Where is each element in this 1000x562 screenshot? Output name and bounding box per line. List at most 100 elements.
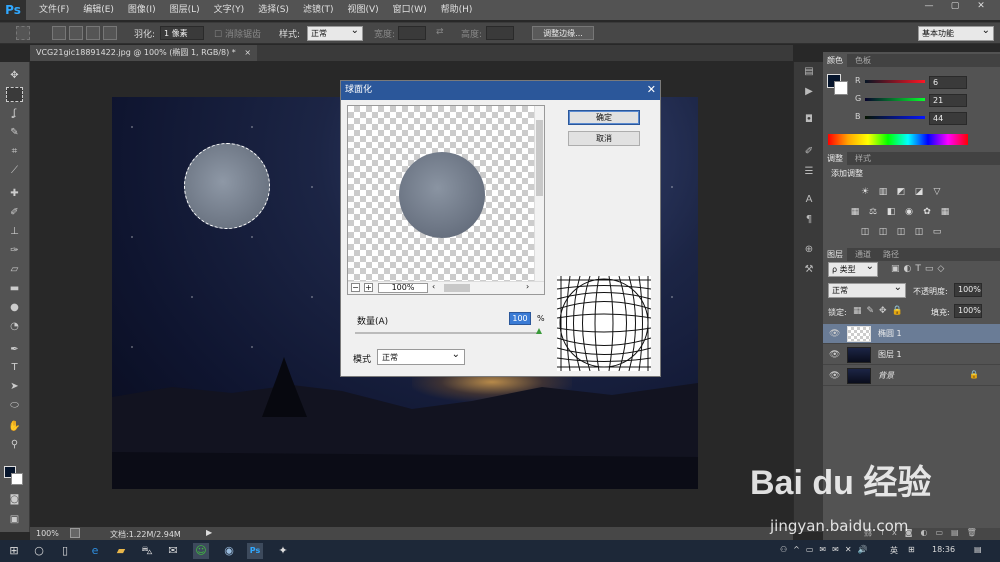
visibility-eye-icon[interactable]: 👁: [829, 371, 840, 381]
maximize-button[interactable]: ▢: [944, 0, 966, 13]
actions-icon[interactable]: ▶: [801, 86, 817, 100]
color-lookup-icon[interactable]: ▦: [939, 206, 951, 218]
amount-input[interactable]: 100: [509, 312, 531, 325]
layer-row-layer1[interactable]: 👁 图层 1: [823, 345, 1000, 365]
photoshop-taskbar-icon[interactable]: Ps: [247, 543, 263, 559]
clone-source-icon[interactable]: ⊕: [801, 244, 817, 258]
layer-row-ellipse[interactable]: 👁 椭圆 1: [823, 324, 1000, 344]
add-selection-icon[interactable]: [69, 26, 83, 40]
menu-window[interactable]: 窗口(W): [386, 0, 434, 20]
black-white-icon[interactable]: ◧: [885, 206, 897, 218]
game-icon[interactable]: ✦: [275, 543, 291, 559]
eraser-tool-icon[interactable]: ▱: [6, 262, 23, 277]
invert-icon[interactable]: ◫: [859, 226, 871, 238]
blur-tool-icon[interactable]: ●: [6, 300, 23, 315]
levels-icon[interactable]: ▥: [877, 186, 889, 198]
lock-icons[interactable]: ▦✎✥🔒: [853, 306, 908, 316]
wechat-icon[interactable]: ☺: [193, 543, 209, 559]
screen-mode-icon[interactable]: ▣: [6, 512, 23, 527]
document-tab[interactable]: VCG21gic18891422.jpg @ 100% (椭圆 1, RGB/8…: [30, 45, 258, 61]
menu-image[interactable]: 图像(I): [121, 0, 163, 20]
style-select[interactable]: 正常: [307, 25, 363, 41]
channel-mixer-icon[interactable]: ✿: [921, 206, 933, 218]
task-view-icon[interactable]: ▯: [57, 543, 73, 559]
type-tool-icon[interactable]: T: [6, 360, 23, 375]
color-balance-icon[interactable]: ⚖: [867, 206, 879, 218]
layer-filter-select[interactable]: ρ 类型: [828, 261, 878, 277]
zoom-in-button[interactable]: +: [364, 283, 373, 292]
hand-tool-icon[interactable]: ✋: [6, 419, 23, 434]
menu-layer[interactable]: 图层(L): [163, 0, 207, 20]
paragraph-icon[interactable]: ¶: [801, 214, 817, 228]
brush-presets-icon[interactable]: ☰: [801, 166, 817, 180]
brush-panel-icon[interactable]: ✐: [801, 146, 817, 160]
width-input[interactable]: [398, 26, 426, 40]
scroll-thumb[interactable]: [536, 120, 543, 196]
path-select-tool-icon[interactable]: ➤: [6, 379, 23, 394]
tab-color[interactable]: 颜色: [823, 54, 847, 67]
photo-filter-icon[interactable]: ◉: [903, 206, 915, 218]
scroll-left-icon[interactable]: ‹: [432, 282, 442, 291]
h-scroll-thumb[interactable]: [444, 284, 470, 292]
history-brush-tool-icon[interactable]: ✑: [6, 243, 23, 258]
eyedropper-tool-icon[interactable]: ⟋: [6, 163, 23, 178]
visibility-eye-icon[interactable]: 👁: [829, 350, 840, 360]
close-button[interactable]: ✕: [970, 0, 992, 13]
zoom-out-button[interactable]: −: [351, 283, 360, 292]
menu-help[interactable]: 帮助(H): [434, 0, 480, 20]
red-slider[interactable]: [865, 80, 925, 83]
fill-input[interactable]: 100%: [954, 304, 982, 318]
green-value[interactable]: 21: [929, 94, 967, 107]
properties-icon[interactable]: ◘: [801, 114, 817, 128]
marquee-tool-icon[interactable]: [6, 87, 23, 102]
crop-tool-icon[interactable]: ⌗: [6, 144, 23, 159]
threshold-icon[interactable]: ◫: [895, 226, 907, 238]
layer-name[interactable]: 椭圆 1: [878, 328, 902, 339]
vibrance-icon[interactable]: ▽: [931, 186, 943, 198]
tool-presets-icon[interactable]: ⚒: [801, 264, 817, 278]
notification-icon[interactable]: ▤: [974, 545, 982, 554]
menu-file[interactable]: 文件(F): [32, 0, 76, 20]
menu-filter[interactable]: 滤镜(T): [296, 0, 341, 20]
height-input[interactable]: [486, 26, 514, 40]
status-toggle-icon[interactable]: [70, 528, 80, 538]
status-menu-arrow-icon[interactable]: ▶: [206, 528, 212, 537]
intersect-selection-icon[interactable]: [103, 26, 117, 40]
menu-select[interactable]: 选择(S): [251, 0, 296, 20]
tab-adjustments[interactable]: 调整: [823, 152, 847, 165]
brush-tool-icon[interactable]: ✐: [6, 205, 23, 220]
curves-icon[interactable]: ◩: [895, 186, 907, 198]
color-spectrum[interactable]: [828, 134, 968, 145]
tab-swatches[interactable]: 色板: [851, 54, 875, 67]
pen-tool-icon[interactable]: ✒: [6, 342, 23, 357]
workspace-select[interactable]: 基本功能: [918, 25, 994, 41]
cancel-button[interactable]: 取消: [568, 131, 640, 146]
antialias-checkbox[interactable]: ☐ 消除锯齿: [214, 27, 261, 40]
hue-saturation-icon[interactable]: ▦: [849, 206, 861, 218]
menu-type[interactable]: 文字(Y): [207, 0, 252, 20]
tab-layers[interactable]: 图层: [823, 248, 847, 261]
app-icon[interactable]: ◉: [221, 543, 237, 559]
tab-paths[interactable]: 路径: [879, 248, 903, 261]
refine-edge-button[interactable]: 调整边缘...: [532, 26, 594, 40]
blue-value[interactable]: 44: [929, 112, 967, 125]
scroll-right-icon[interactable]: ›: [526, 282, 536, 291]
minimize-button[interactable]: —: [918, 0, 940, 13]
brightness-icon[interactable]: ☀: [859, 186, 871, 198]
visibility-eye-icon[interactable]: 👁: [829, 329, 840, 339]
amount-slider-thumb[interactable]: [536, 328, 542, 334]
exposure-icon[interactable]: ◪: [913, 186, 925, 198]
gradient-tool-icon[interactable]: ▬: [6, 281, 23, 296]
ellipse-tool-icon[interactable]: ⬭: [6, 398, 23, 413]
zoom-level[interactable]: 100%: [36, 529, 59, 538]
swap-icon[interactable]: ⇄: [436, 27, 444, 37]
filter-preview[interactable]: − + 100% ‹ ›: [347, 105, 545, 295]
subtract-selection-icon[interactable]: [86, 26, 100, 40]
menu-view[interactable]: 视图(V): [340, 0, 385, 20]
keyboard-icon[interactable]: ⊞: [908, 545, 915, 554]
lasso-tool-icon[interactable]: ʆ: [6, 106, 23, 121]
menu-edit[interactable]: 编辑(E): [76, 0, 121, 20]
marquee-tool-preset-icon[interactable]: [16, 26, 30, 40]
layer-filter-icons[interactable]: ▣◐T▭◇: [891, 264, 948, 274]
clock[interactable]: 18:36: [932, 545, 955, 554]
